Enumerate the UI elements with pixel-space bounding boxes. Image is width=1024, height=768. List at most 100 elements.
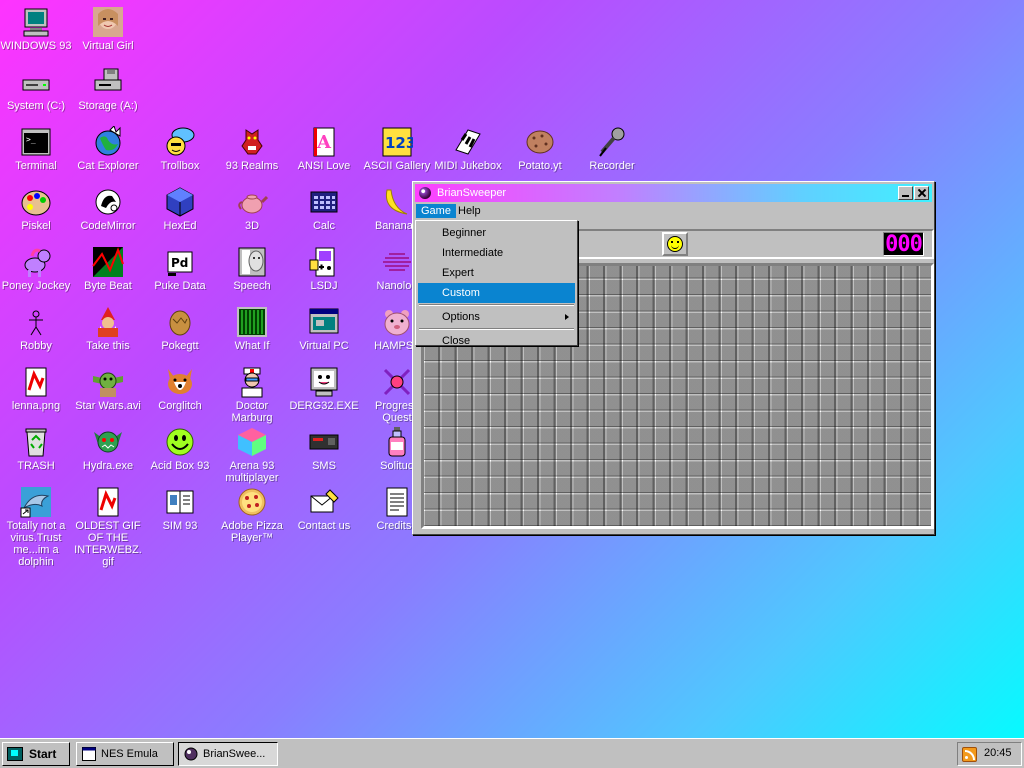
menu-item-options[interactable]: Options [418,307,575,327]
menu-item-label: Expert [442,267,474,279]
desktop-icon-label: SIM 93 [162,520,198,532]
taskbar-task-briansweeper[interactable]: BrianSwee... [178,742,278,766]
desktop-icon-calc[interactable]: Calc [288,186,360,232]
desktop-icon-corglitch[interactable]: Corglitch [144,366,216,412]
desktop-icon-trash[interactable]: TRASH [0,426,72,472]
speech-face-icon [236,246,268,278]
doctor-icon [236,366,268,398]
desktop-icon-label: Calc [312,220,335,232]
desktop-icon-93-realms[interactable]: 93 Realms [216,126,288,172]
menu-item-label: Close [442,335,471,347]
hydra-icon [92,426,124,458]
menu-help[interactable]: Help [453,204,486,218]
desktop-icon-label: Virtual Girl [82,40,134,52]
desktop-icon-system-c[interactable]: System (C:) [0,66,72,112]
desktop-icon-ascii-gallery[interactable]: 123 ASCII Gallery [361,126,433,172]
desktop-icon-contact-us[interactable]: Contact us [288,486,360,532]
desktop-icon-hexed[interactable]: HexEd [144,186,216,232]
rss-icon[interactable] [962,747,977,762]
desktop-icon-oldest-gif[interactable]: OLDEST GIF OF THE INTERWEBZ.gif [72,486,144,568]
piano-keys-icon [452,126,484,158]
submenu-arrow-icon [565,314,569,320]
desktop-icon-lsdj[interactable]: LSDJ [288,246,360,292]
desktop-icon-pokegtt[interactable]: Pokegtt [144,306,216,352]
waveform-icon [92,246,124,278]
menu-item-label: Beginner [442,227,487,239]
desktop-icon-trollbox[interactable]: Trollbox [144,126,216,172]
desktop-icon-storage-a[interactable]: Storage (A:) [72,66,144,112]
desktop-icon-virtual-pc[interactable]: Virtual PC [288,306,360,352]
desktop-icon-recorder[interactable]: Recorder [576,126,648,172]
desktop-icon-label: Star Wars.avi [75,400,141,412]
desktop-icon-take-this[interactable]: Take this [72,306,144,352]
desktop-icon-poney-jockey[interactable]: Poney Jockey [0,246,72,292]
dragon-icon [236,126,268,158]
menu-item-intermediate[interactable]: Intermediate [418,243,575,263]
desktop-icon-hydra[interactable]: Hydra.exe [72,426,144,472]
desktop-icon-label: Take this [86,340,130,352]
svg-text:123: 123 [385,134,413,152]
hamster-icon [381,306,413,338]
menu-item-custom[interactable]: Custom [418,283,575,303]
desktop-icon-label: 93 Realms [225,160,279,172]
desktop-icon-label: Virtual PC [299,340,349,352]
menu-game[interactable]: Game [416,204,456,218]
desktop-icon-label: HexEd [163,220,197,232]
desktop-icon-cat-explorer[interactable]: Cat Explorer [72,125,144,172]
desktop-icon-byte-beat[interactable]: Byte Beat [72,246,144,292]
menu-item-expert[interactable]: Expert [418,263,575,283]
close-button[interactable] [914,186,929,200]
desktop-icon-piskel[interactable]: Piskel [0,186,72,232]
desktop-icon-label: DERG32.EXE [289,400,359,412]
desktop-icon-sim93[interactable]: SIM 93 [144,486,216,532]
egg-icon [164,306,196,338]
desktop-icon-star-wars[interactable]: Star Wars.avi [72,366,144,412]
yoda-icon [92,366,124,398]
image-file-icon [20,366,52,398]
menu-item-beginner[interactable]: Beginner [418,223,575,243]
numbers-icon: 123 [381,126,416,158]
desktop-icon-codemirror[interactable]: CodeMirror [72,186,144,232]
desktop-icon-midi-jukebox[interactable]: MIDI Jukebox [432,126,504,172]
desktop-icon-windows93[interactable]: WINDOWS 93 [0,6,72,52]
app-icon [184,747,198,761]
pd-patch-icon: Pd [164,246,196,278]
start-button[interactable]: Start [2,742,70,766]
desktop-icon-label: Robby [20,340,52,352]
pony-icon [20,246,52,278]
desktop-icon-speech[interactable]: Speech [216,246,288,292]
desktop-icon-3d[interactable]: 3D [216,186,288,232]
desktop-icon-sms[interactable]: SMS [288,426,360,472]
desktop-icon-label: System (C:) [6,100,66,112]
desktop-icon-potato[interactable]: Potato.yt [504,126,576,172]
desktop-icon-label: Terminal [15,160,57,172]
desktop-icon-what-if[interactable]: What If [216,306,288,352]
desktop-icon-lenna[interactable]: lenna.png [0,366,72,412]
mirror-icon [92,186,124,218]
system-tray: 20:45 [957,742,1022,766]
desktop-icon-acid-box[interactable]: Acid Box 93 [144,426,216,472]
desktop-icon-adobe-pizza[interactable]: Adobe Pizza Player™ [216,486,288,544]
desktop-icon-puke-data[interactable]: Pd Puke Data [144,246,216,292]
title-bar[interactable]: BrianSweeper [415,184,932,202]
desktop-icon-dolphin[interactable]: Totally not a virus.Trust me...im a dolp… [0,486,72,568]
desktop-icon-label: Cat Explorer [77,160,139,172]
desktop-icon-ansi-love[interactable]: A ANSI Love [288,126,360,172]
menu-item-close[interactable]: Close [418,331,575,351]
desktop-icon-label: ANSI Love [297,160,351,172]
potato-icon [524,126,556,158]
desktop-icon-doctor-marburg[interactable]: Doctor Marburg [216,366,288,424]
desktop-icon-terminal[interactable]: >_ Terminal [0,126,72,172]
taskbar-task-nes-emulator[interactable]: NES Emula [76,742,174,766]
pizza-icon [236,486,268,518]
app-icon [419,187,431,199]
minimize-button[interactable] [898,186,913,200]
desktop-icon-arena93[interactable]: Arena 93 multiplayer [216,426,288,484]
desktop-icon-derg32[interactable]: DERG32.EXE [288,366,360,412]
new-game-button[interactable] [662,232,688,256]
desktop-icon-robby[interactable]: Robby [0,306,72,352]
desktop-icon-label: SMS [312,460,336,472]
desktop-icon-label: Hydra.exe [82,460,134,472]
menu-bar: Game Help [415,203,932,221]
desktop-icon-virtual-girl[interactable]: Virtual Girl [72,6,144,52]
